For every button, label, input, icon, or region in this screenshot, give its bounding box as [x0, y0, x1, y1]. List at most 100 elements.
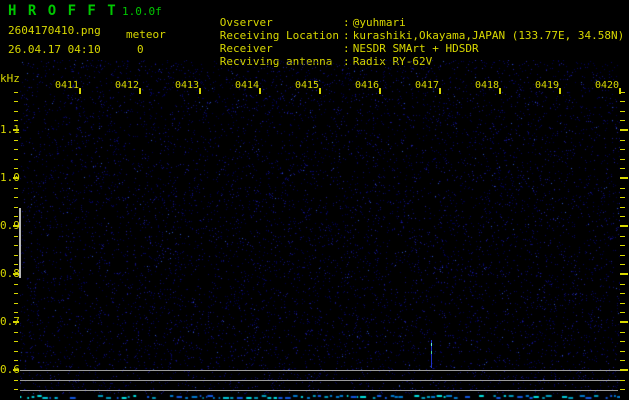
freq-tick-mark-right	[620, 92, 625, 93]
freq-tick-mark-left	[14, 303, 18, 304]
time-tick-label: 0420	[595, 81, 619, 91]
freq-tick-mark-right	[620, 111, 625, 112]
time-tick-mark	[139, 88, 141, 94]
freq-tick-mark-left	[14, 149, 18, 150]
time-tick-mark	[499, 88, 501, 94]
time-tick-label: 0411	[55, 81, 79, 91]
freq-tick-mark-right	[620, 369, 628, 371]
time-tick-mark	[619, 88, 621, 94]
freq-tick-mark-right	[620, 273, 628, 275]
freq-tick-label: 1.0	[0, 172, 14, 183]
info-value: NESDR SMArt + HDSDR	[353, 42, 479, 55]
freq-tick-mark-left	[13, 177, 19, 179]
time-tick-mark	[79, 88, 81, 94]
freq-tick-mark-right	[620, 197, 625, 198]
freq-axis-unit-label: kHz	[0, 73, 20, 84]
freq-tick-label: 0.8	[0, 268, 14, 279]
freq-tick-mark-right	[620, 284, 625, 285]
reference-line	[20, 380, 620, 381]
freq-tick-mark-left	[14, 312, 18, 313]
freq-tick-mark-left	[14, 360, 18, 361]
freq-tick-mark-right	[620, 332, 625, 333]
time-tick-label: 0416	[355, 81, 379, 91]
freq-tick-mark-left	[14, 255, 18, 256]
time-tick-label: 0415	[295, 81, 319, 91]
freq-tick-mark-left	[14, 245, 18, 246]
freq-tick-mark-left	[14, 351, 18, 352]
meteor-count-label: meteor	[126, 28, 166, 41]
freq-tick-mark-right	[620, 216, 625, 217]
freq-tick-mark-right	[620, 312, 625, 313]
freq-tick-mark-left	[14, 159, 18, 160]
freq-tick-mark-left	[14, 207, 18, 208]
freq-tick-mark-right	[620, 264, 625, 265]
freq-tick-mark-right	[620, 159, 625, 160]
station-info: Ovserver:@yuhmari Receiving Location:kur…	[180, 3, 624, 55]
freq-tick-label: 0.7	[0, 316, 14, 327]
freq-tick-mark-left	[14, 197, 18, 198]
observation-datetime: 26.04.17 04:10	[8, 43, 101, 56]
freq-tick-mark-left	[14, 216, 18, 217]
freq-tick-mark-left	[14, 188, 18, 189]
reference-line	[20, 390, 618, 391]
time-tick-label: 0414	[235, 81, 259, 91]
time-tick-mark	[199, 88, 201, 94]
freq-tick-mark-left	[14, 111, 18, 112]
freq-tick-mark-right	[620, 236, 625, 237]
meteor-echo-streak	[431, 340, 432, 368]
time-tick-label: 0412	[115, 81, 139, 91]
output-filename: 2604170410.png	[8, 24, 101, 37]
freq-tick-mark-right	[620, 207, 625, 208]
freq-tick-mark-left	[14, 168, 18, 169]
echo-bright-pixel	[431, 351, 432, 354]
freq-tick-mark-right	[620, 303, 625, 304]
freq-tick-mark-right	[620, 188, 625, 189]
hrofft-screen: H R O F F T 1.0.0f 2604170410.png meteor…	[0, 0, 629, 400]
freq-tick-mark-right	[620, 360, 625, 361]
info-colon: :	[340, 42, 353, 55]
freq-tick-mark-left	[14, 236, 18, 237]
freq-tick-mark-right	[620, 255, 625, 256]
time-tick-mark	[379, 88, 381, 94]
freq-tick-mark-left	[13, 129, 19, 131]
freq-tick-mark-left	[14, 380, 18, 381]
freq-tick-mark-right	[620, 149, 625, 150]
freq-tick-mark-left	[14, 120, 18, 121]
freq-tick-mark-right	[620, 351, 625, 352]
info-value: @yuhmari	[353, 16, 406, 29]
info-label: Receiving Location	[220, 29, 340, 42]
freq-tick-mark-left	[14, 264, 18, 265]
info-colon: :	[340, 16, 353, 29]
freq-tick-mark-right	[620, 245, 625, 246]
freq-tick-mark-left	[14, 341, 18, 342]
freq-tick-mark-right	[620, 129, 628, 131]
time-tick-mark	[259, 88, 261, 94]
time-tick-label: 0419	[535, 81, 559, 91]
freq-tick-mark-right	[620, 168, 625, 169]
freq-tick-mark-right	[620, 321, 628, 323]
time-tick-mark	[319, 88, 321, 94]
freq-tick-mark-left	[14, 101, 18, 102]
info-label: Ovserver	[220, 16, 340, 29]
freq-tick-mark-left	[13, 321, 19, 323]
meteor-count-value: 0	[137, 43, 144, 56]
freq-tick-mark-right	[620, 101, 625, 102]
time-tick-label: 0417	[415, 81, 439, 91]
spectrogram-canvas	[20, 60, 620, 400]
freq-tick-mark-left	[13, 225, 19, 227]
app-version: 1.0.0f	[122, 5, 162, 18]
freq-tick-label: 1.1	[0, 124, 14, 135]
freq-tick-mark-right	[620, 140, 625, 141]
freq-tick-mark-right	[620, 177, 628, 179]
freq-tick-mark-left	[14, 389, 18, 390]
freq-tick-mark-left	[14, 284, 18, 285]
echo-bright-pixel	[431, 343, 432, 346]
time-tick-mark	[559, 88, 561, 94]
freq-tick-mark-left	[13, 369, 19, 371]
info-label: Receiver	[220, 42, 340, 55]
freq-tick-label: 0.9	[0, 220, 14, 231]
freq-tick-mark-right	[620, 225, 628, 227]
freq-tick-mark-left	[14, 140, 18, 141]
info-row-observer: Ovserver:@yuhmari	[180, 3, 624, 16]
app-title: H R O F F T	[8, 3, 117, 19]
